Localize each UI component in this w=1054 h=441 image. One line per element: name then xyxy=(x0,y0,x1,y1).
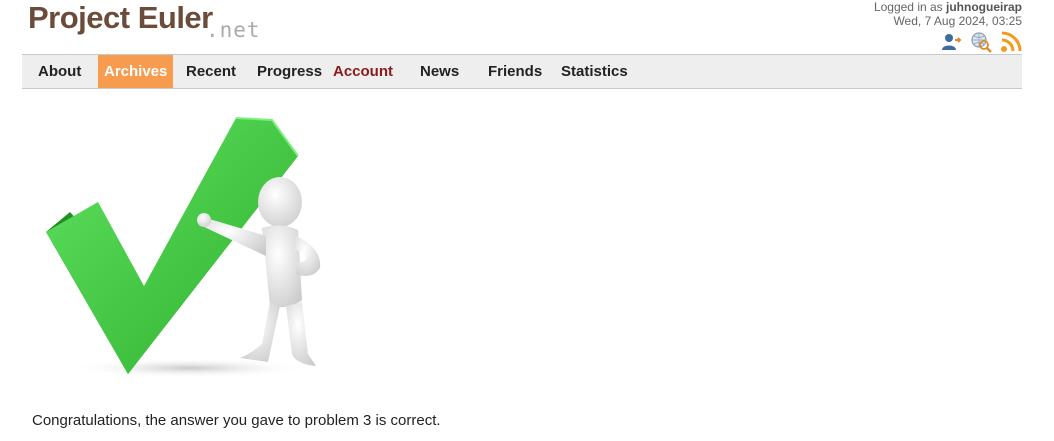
login-status: Logged in as juhnogueirap xyxy=(874,0,1022,14)
result-message: Congratulations, the answer you gave to … xyxy=(32,412,441,429)
logo-suffix: .net xyxy=(206,18,261,42)
user-info: Logged in as juhnogueirap Wed, 7 Aug 202… xyxy=(874,0,1022,28)
nav-archives[interactable]: Archives xyxy=(98,55,174,88)
site-logo[interactable]: Project Euler .net xyxy=(28,0,260,42)
login-prefix: Logged in as xyxy=(873,0,946,14)
nav-account[interactable]: Account xyxy=(333,55,393,88)
nav-friends[interactable]: Friends xyxy=(488,55,542,88)
rss-icon[interactable] xyxy=(1000,31,1022,53)
search-globe-icon[interactable] xyxy=(970,31,992,53)
nav-recent[interactable]: Recent xyxy=(186,55,236,88)
nav-progress[interactable]: Progress xyxy=(257,55,322,88)
header-icons xyxy=(940,31,1022,53)
nav-statistics[interactable]: Statistics xyxy=(561,55,628,88)
correct-answer-illustration xyxy=(46,117,321,378)
nav-about[interactable]: About xyxy=(38,55,81,88)
current-datetime: Wed, 7 Aug 2024, 03:25 xyxy=(893,14,1022,28)
username: juhnogueirap xyxy=(946,0,1022,14)
user-logout-icon[interactable] xyxy=(940,31,962,53)
main-nav: About Archives Recent Progress Account N… xyxy=(22,54,1022,89)
logo-title: Project Euler xyxy=(28,0,213,35)
nav-news[interactable]: News xyxy=(420,55,459,88)
